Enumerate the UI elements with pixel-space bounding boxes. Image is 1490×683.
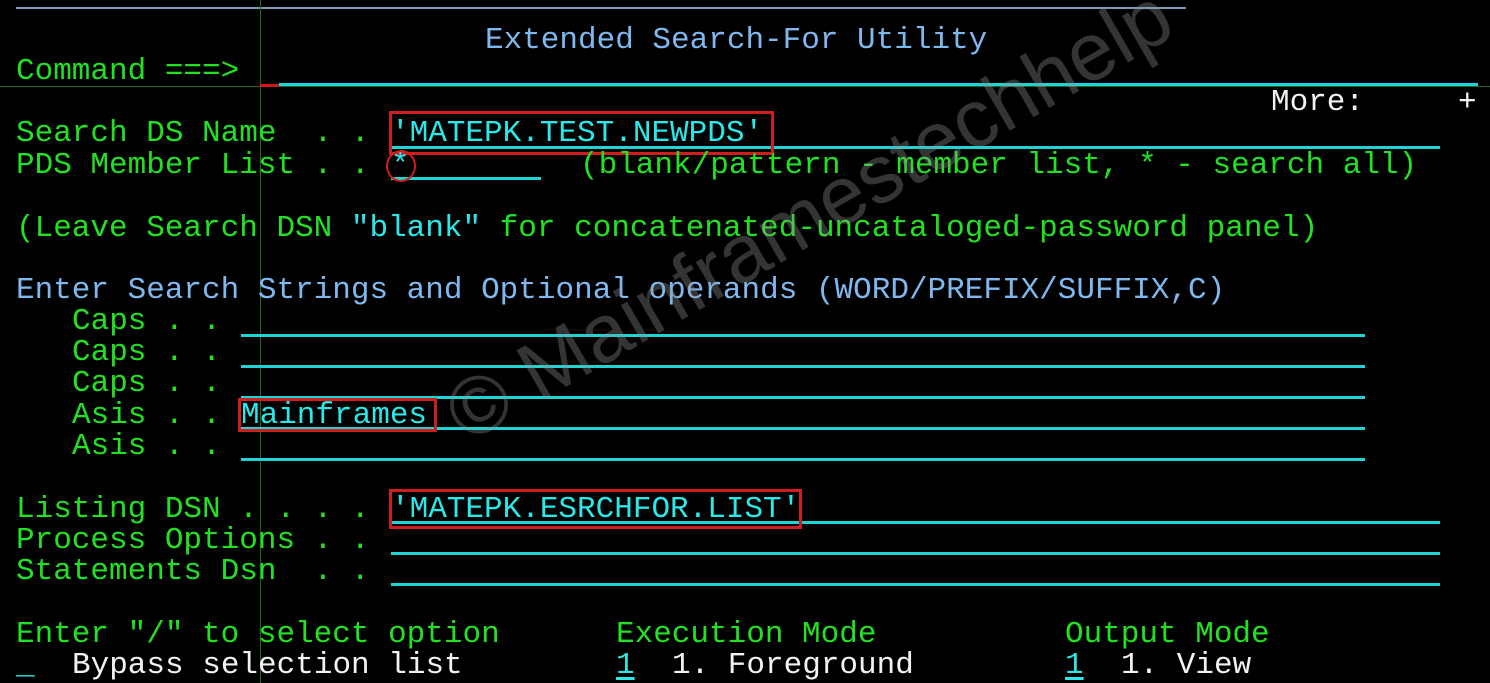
search-string-label-4: Asis . .	[72, 398, 221, 433]
statements-dsn-underline	[391, 583, 1440, 586]
search-string-label-1: Caps . .	[72, 304, 221, 339]
search-string-underline-5	[241, 458, 1365, 461]
select-option-heading: Enter "/" to select option	[16, 617, 500, 652]
more-scroll-indicator[interactable]: +	[1458, 87, 1477, 118]
statements-dsn-label: Statements Dsn . .	[16, 554, 370, 589]
search-string-underline-1	[241, 334, 1365, 337]
execution-mode-heading: Execution Mode	[616, 617, 877, 652]
search-string-label-2: Caps . .	[72, 335, 221, 370]
search-string-label-5: Asis . .	[72, 429, 221, 464]
listing-dsn-label: Listing DSN . . . .	[16, 492, 370, 527]
bypass-selection-label: Bypass selection list	[72, 648, 463, 683]
text-cursor	[260, 84, 279, 87]
more-label: More:	[1271, 85, 1365, 120]
execution-mode-input[interactable]: 1	[616, 650, 635, 681]
leave-note-blank: "blank"	[350, 211, 482, 246]
pds-member-list-label: PDS Member List . .	[16, 148, 370, 183]
output-mode-heading: Output Mode	[1065, 617, 1270, 652]
process-options-label: Process Options . .	[16, 523, 370, 558]
pds-member-list-underline	[391, 177, 541, 180]
search-string-label-3: Caps . .	[72, 366, 221, 401]
pds-member-list-hint: (blank/pattern - member list, * - search…	[580, 148, 1418, 183]
highlight-oval-member	[386, 150, 416, 182]
leave-note-prefix: (Leave Search DSN	[16, 211, 351, 246]
panel-title: Extended Search-For Utility	[485, 23, 988, 58]
leave-note: (Leave Search DSN "blank" for concatenat…	[16, 213, 1318, 244]
leave-note-suffix: for concatenated-uncataloged-password pa…	[481, 211, 1319, 246]
command-label: Command ===>	[16, 54, 240, 89]
process-options-underline	[391, 552, 1440, 555]
search-string-underline-2	[241, 365, 1365, 368]
bypass-selection-input[interactable]: _	[16, 650, 35, 681]
output-mode-option: 1. View	[1121, 648, 1252, 683]
highlight-box-listing-dsn	[389, 489, 802, 529]
highlight-box-asis	[238, 398, 437, 432]
search-ds-name-label: Search DS Name . .	[16, 116, 370, 151]
search-strings-heading: Enter Search Strings and Optional operan…	[16, 273, 1226, 308]
execution-mode-option: 1. Foreground	[672, 648, 914, 683]
top-border-line	[16, 7, 1186, 9]
output-mode-input[interactable]: 1	[1065, 650, 1084, 681]
